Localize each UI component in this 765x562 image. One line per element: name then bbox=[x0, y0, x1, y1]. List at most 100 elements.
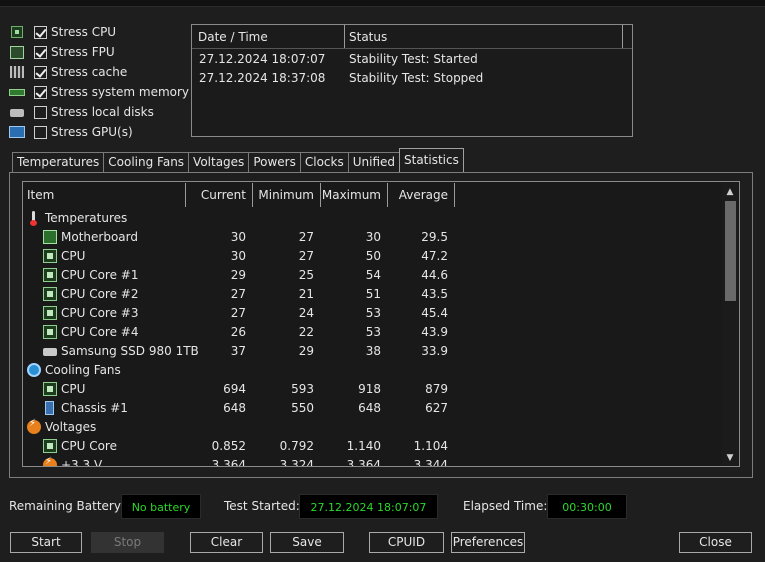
elapsed-time-label: Elapsed Time: bbox=[463, 499, 548, 513]
column-header-minimum[interactable]: Minimum bbox=[253, 183, 321, 207]
log-header-status[interactable]: Status bbox=[345, 25, 623, 48]
log-datetime: 27.12.2024 18:37:08 bbox=[199, 70, 326, 85]
stress-memory-checkbox[interactable] bbox=[34, 85, 47, 99]
start-button[interactable]: Start bbox=[10, 532, 82, 553]
row-label: Motherboard bbox=[61, 229, 138, 244]
cell-current: 0.852 bbox=[211, 438, 246, 453]
row-item: Motherboard bbox=[23, 229, 186, 244]
table-row[interactable]: +3.3 V 3.364 3.324 3.364 3.344 bbox=[23, 455, 739, 467]
cell-average: 45.4 bbox=[421, 305, 448, 320]
cell-current: 26 bbox=[230, 324, 246, 339]
scrollbar-thumb[interactable] bbox=[725, 201, 736, 301]
clear-button[interactable]: Clear bbox=[190, 532, 263, 553]
column-header-average[interactable]: Average bbox=[388, 183, 455, 207]
stop-button[interactable]: Stop bbox=[91, 532, 164, 553]
status-log[interactable]: Date / Time Status 27.12.2024 18:07:07 S… bbox=[191, 24, 633, 137]
table-row[interactable]: CPU Core #4 26 22 53 43.9 bbox=[23, 322, 739, 341]
tab-clocks[interactable]: Clocks bbox=[299, 152, 349, 172]
row-label: CPU Core #1 bbox=[61, 267, 139, 282]
cell-current: 29 bbox=[230, 267, 246, 282]
cache-icon bbox=[9, 65, 25, 79]
stress-cache-checkbox[interactable] bbox=[34, 65, 47, 79]
cell-average: 43.9 bbox=[421, 324, 448, 339]
cpu-icon bbox=[43, 248, 57, 263]
table-group-row[interactable]: Voltages bbox=[23, 417, 739, 436]
scroll-up-icon[interactable]: ▲ bbox=[725, 187, 735, 197]
row-label: +3.3 V bbox=[61, 457, 103, 467]
cell-average: 47.2 bbox=[421, 248, 448, 263]
tab-cooling-fans[interactable]: Cooling Fans bbox=[103, 152, 190, 172]
tab-bar: Temperatures Cooling Fans Voltages Power… bbox=[12, 148, 464, 172]
log-row[interactable]: 27.12.2024 18:37:08 Stability Test: Stop… bbox=[192, 68, 632, 87]
table-group-row[interactable]: Temperatures bbox=[23, 208, 739, 227]
tab-powers[interactable]: Powers bbox=[248, 152, 301, 172]
stress-fpu-checkbox[interactable] bbox=[34, 45, 47, 59]
cell-average: 43.5 bbox=[421, 286, 448, 301]
vertical-scrollbar[interactable]: ▲ ▼ bbox=[722, 183, 738, 466]
cell-average: 33.9 bbox=[421, 343, 448, 358]
stress-cpu-checkbox[interactable] bbox=[34, 25, 47, 39]
stress-option-label: Stress cache bbox=[51, 65, 128, 79]
status-bar: Remaining Battery: No battery Test Start… bbox=[0, 494, 765, 520]
elapsed-time-value: 00:30:00 bbox=[547, 494, 627, 519]
preferences-button[interactable]: Preferences bbox=[451, 532, 525, 553]
stress-option-cpu[interactable]: Stress CPU bbox=[9, 22, 189, 42]
tab-unified[interactable]: Unified bbox=[347, 152, 400, 172]
column-header-current[interactable]: Current bbox=[186, 183, 253, 207]
title-bar bbox=[0, 0, 765, 7]
battery-label: Remaining Battery: bbox=[9, 499, 125, 513]
stress-gpu-checkbox[interactable] bbox=[34, 125, 47, 139]
cell-minimum: 24 bbox=[298, 305, 314, 320]
table-row[interactable]: CPU Core #3 27 24 53 45.4 bbox=[23, 303, 739, 322]
test-started-label: Test Started: bbox=[224, 499, 300, 513]
battery-value: No battery bbox=[121, 494, 201, 519]
motherboard-icon bbox=[43, 229, 57, 244]
cell-current: 30 bbox=[230, 229, 246, 244]
tab-voltages[interactable]: Voltages bbox=[188, 152, 250, 172]
cpu-chip-icon bbox=[9, 25, 25, 39]
statistics-table[interactable]: Item Current Minimum Maximum Average Tem… bbox=[22, 181, 740, 467]
table-row[interactable]: CPU Core #1 29 25 54 44.6 bbox=[23, 265, 739, 284]
row-item: CPU Core #1 bbox=[23, 267, 186, 282]
stress-option-disks[interactable]: Stress local disks bbox=[9, 102, 189, 122]
close-button[interactable]: Close bbox=[679, 532, 752, 553]
column-header-item[interactable]: Item bbox=[23, 183, 186, 207]
tab-statistics[interactable]: Statistics bbox=[399, 148, 464, 172]
table-body: Temperatures Motherboard 30 27 30 29.5 CPU 30 27… bbox=[23, 208, 739, 467]
table-row[interactable]: CPU 694 593 918 879 bbox=[23, 379, 739, 398]
row-label: Chassis #1 bbox=[61, 400, 128, 415]
log-header-datetime[interactable]: Date / Time bbox=[192, 25, 345, 48]
table-row[interactable]: CPU Core #2 27 21 51 43.5 bbox=[23, 284, 739, 303]
stress-option-fpu[interactable]: Stress FPU bbox=[9, 42, 189, 62]
stress-option-cache[interactable]: Stress cache bbox=[9, 62, 189, 82]
cell-average: 1.104 bbox=[413, 438, 448, 453]
stress-option-gpu[interactable]: Stress GPU(s) bbox=[9, 122, 189, 142]
row-item: CPU bbox=[23, 248, 186, 263]
table-row[interactable]: Motherboard 30 27 30 29.5 bbox=[23, 227, 739, 246]
table-header: Item Current Minimum Maximum Average bbox=[23, 182, 739, 208]
cell-current: 3.364 bbox=[211, 457, 246, 467]
cpuid-button[interactable]: CPUID bbox=[369, 532, 444, 553]
table-row[interactable]: CPU 30 27 50 47.2 bbox=[23, 246, 739, 265]
table-row[interactable]: Samsung SSD 980 1TB 37 29 38 33.9 bbox=[23, 341, 739, 360]
row-item: CPU Core bbox=[23, 438, 186, 453]
table-group-row[interactable]: Cooling Fans bbox=[23, 360, 739, 379]
table-row[interactable]: Chassis #1 648 550 648 627 bbox=[23, 398, 739, 417]
save-button[interactable]: Save bbox=[270, 532, 344, 553]
table-row[interactable]: CPU Core 0.852 0.792 1.140 1.104 bbox=[23, 436, 739, 455]
cell-average: 29.5 bbox=[421, 229, 448, 244]
stress-option-label: Stress GPU(s) bbox=[51, 125, 133, 139]
stress-option-label: Stress FPU bbox=[51, 45, 115, 59]
scroll-down-icon[interactable]: ▼ bbox=[725, 453, 735, 463]
stress-option-label: Stress CPU bbox=[51, 25, 117, 39]
stress-disks-checkbox[interactable] bbox=[34, 105, 47, 119]
gpu-icon bbox=[9, 125, 25, 139]
log-row[interactable]: 27.12.2024 18:07:07 Stability Test: Star… bbox=[192, 49, 632, 68]
tab-temperatures[interactable]: Temperatures bbox=[12, 152, 105, 172]
voltage-icon bbox=[43, 456, 57, 466]
cell-maximum: 53 bbox=[365, 305, 381, 320]
cell-maximum: 38 bbox=[365, 343, 381, 358]
stress-option-memory[interactable]: Stress system memory bbox=[9, 82, 189, 102]
fan-icon bbox=[27, 362, 41, 377]
column-header-maximum[interactable]: Maximum bbox=[321, 183, 388, 207]
